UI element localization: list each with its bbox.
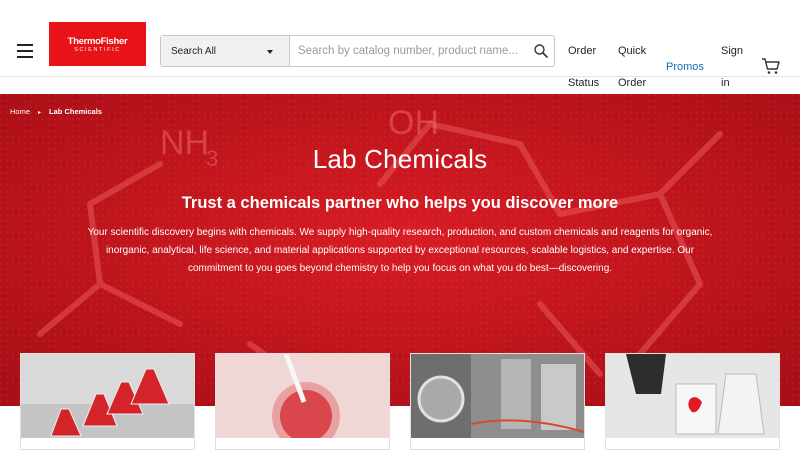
hero-subtitle: Trust a chemicals partner who helps you … bbox=[181, 194, 619, 212]
breadcrumb: Home ▸ Lab Chemicals bbox=[10, 107, 102, 116]
nav-quick-order[interactable]: Quick Order bbox=[618, 35, 654, 99]
nav-order-status[interactable]: Order Status bbox=[568, 35, 604, 99]
breadcrumb-current: Lab Chemicals bbox=[49, 107, 102, 116]
caret-down-icon bbox=[267, 50, 273, 54]
logo-wordmark: ThermoFisher bbox=[67, 36, 128, 47]
category-card-4[interactable] bbox=[605, 353, 780, 450]
category-card-1[interactable] bbox=[20, 353, 195, 450]
pipette-red-liquid-image bbox=[216, 354, 389, 438]
svg-text:OH: OH bbox=[388, 104, 439, 142]
nav-sign-in[interactable]: Sign in bbox=[721, 35, 751, 99]
nav-promos[interactable]: Promos bbox=[666, 51, 704, 83]
beakers-red-drop-image bbox=[606, 354, 779, 438]
red-flasks-image bbox=[21, 354, 194, 438]
thermofisher-logo[interactable]: ThermoFisher SCIENTIFIC bbox=[49, 22, 146, 66]
breadcrumb-chevron-icon: ▸ bbox=[38, 110, 42, 116]
category-card-3[interactable] bbox=[410, 353, 585, 450]
search-category-dropdown[interactable]: Search All bbox=[161, 36, 290, 66]
logo-subline: SCIENTIFIC bbox=[74, 47, 121, 53]
header-divider bbox=[0, 76, 800, 77]
hero-description: Your scientific discovery begins with ch… bbox=[87, 227, 713, 274]
site-header: ThermoFisher SCIENTIFIC Search All Order… bbox=[0, 0, 800, 94]
category-card-2[interactable] bbox=[215, 353, 390, 450]
search-icon[interactable] bbox=[533, 43, 549, 59]
page-title: Lab Chemicals bbox=[312, 144, 488, 174]
cart-icon[interactable] bbox=[761, 57, 781, 75]
steel-tanks-image bbox=[411, 354, 584, 438]
breadcrumb-home[interactable]: Home bbox=[10, 107, 30, 116]
search-bar: Search All bbox=[160, 35, 555, 67]
search-category-label: Search All bbox=[171, 46, 217, 57]
menu-icon[interactable] bbox=[17, 44, 33, 58]
search-input[interactable] bbox=[298, 41, 523, 61]
